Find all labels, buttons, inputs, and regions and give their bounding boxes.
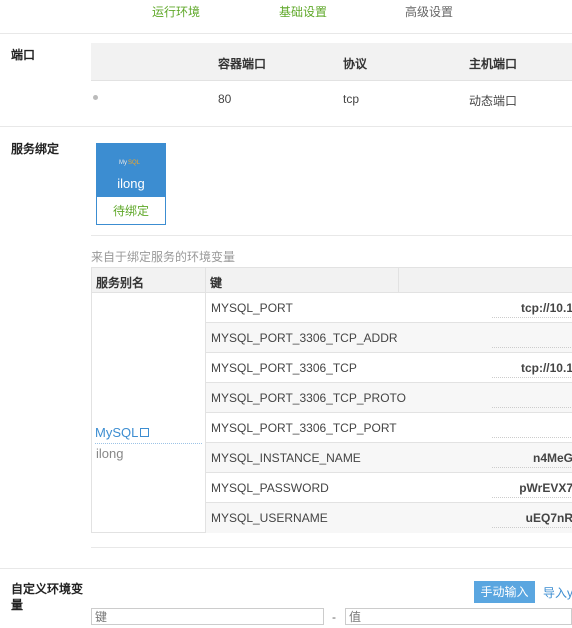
alias-cell: MySQL ilong [92, 293, 206, 533]
key-value-separator: - [332, 610, 336, 624]
alias-name[interactable]: MySQL [95, 425, 138, 440]
env-key: MYSQL_PORT_3306_TCP_PORT [211, 421, 397, 435]
env-row: MYSQL_INSTANCE_NAME n4MeG [206, 443, 572, 473]
env-table: 服务别名 键 MySQL ilong MYSQL_PORT tcp://10.1… [91, 267, 572, 533]
env-value: tcp://10.1 [492, 357, 572, 378]
divider [0, 126, 572, 127]
env-value-input[interactable] [345, 608, 572, 625]
step-basic-settings[interactable]: 基础设置 [279, 3, 327, 20]
env-key: MYSQL_INSTANCE_NAME [211, 451, 361, 465]
edit-icon[interactable] [140, 428, 150, 437]
env-key: MYSQL_PASSWORD [211, 481, 329, 495]
ports-table-header: 容器端口 协议 主机端口 [91, 43, 572, 81]
service-logo-icon: My SQL [119, 160, 141, 166]
service-card-top: My SQL ilong [97, 144, 165, 197]
env-row: MYSQL_PORT_3306_TCP_PORT [206, 413, 572, 443]
env-value: n4MeG [492, 447, 572, 468]
divider [0, 568, 572, 569]
alias-edit-link[interactable]: MySQL [95, 425, 150, 440]
svg-text:SQL: SQL [128, 160, 141, 166]
binding-label: 服务绑定 [11, 142, 60, 156]
alias-service-name: ilong [96, 446, 124, 461]
env-key: MYSQL_PORT_3306_TCP_PROTO [211, 391, 406, 405]
env-row: MYSQL_PORT_3306_TCP_PROTO [206, 383, 572, 413]
env-row: MYSQL_USERNAME uEQ7nR [206, 503, 572, 533]
env-key: MYSQL_PORT_3306_TCP [211, 361, 357, 375]
service-bind-status[interactable]: 待绑定 [97, 197, 165, 225]
env-value [492, 387, 572, 408]
env-value [492, 417, 572, 438]
ports-label: 端口 [11, 48, 36, 62]
row-bullet [93, 95, 98, 100]
env-value: uEQ7nR [492, 507, 572, 528]
service-name: ilong [117, 176, 145, 191]
env-row: MYSQL_PORT_3306_TCP_ADDR [206, 323, 572, 353]
env-key: MYSQL_PORT_3306_TCP_ADDR [211, 331, 398, 345]
env-row: MYSQL_PORT_3306_TCP tcp://10.1 [206, 353, 572, 383]
env-value: pWrEVX7 [492, 477, 572, 498]
protocol-value: tcp [343, 92, 360, 106]
svg-text:My: My [119, 160, 127, 166]
env-row: MYSQL_PORT tcp://10.1 [206, 293, 572, 323]
manual-input-button[interactable]: 手动输入 [474, 581, 535, 603]
custom-env-label: 自定义环境变量 [11, 582, 84, 612]
header-service-alias: 服务别名 [96, 276, 145, 290]
host-port-value: 动态端口 [469, 94, 518, 108]
header-protocol: 协议 [343, 57, 368, 71]
env-key-input[interactable] [91, 608, 324, 625]
env-key: MYSQL_USERNAME [211, 511, 328, 525]
divider [91, 547, 572, 548]
step-advanced-settings[interactable]: 高级设置 [405, 3, 453, 20]
header-key: 键 [210, 276, 223, 290]
env-value: tcp://10.1 [492, 297, 572, 318]
env-value [492, 327, 572, 348]
env-table-header: 服务别名 键 [92, 268, 572, 293]
divider [0, 33, 572, 34]
container-port-value: 80 [218, 92, 232, 106]
header-container-port: 容器端口 [218, 57, 267, 71]
env-row: MYSQL_PASSWORD pWrEVX7 [206, 473, 572, 503]
header-host-port: 主机端口 [469, 57, 518, 71]
service-card[interactable]: My SQL ilong 待绑定 [96, 143, 166, 225]
import-link[interactable]: 导入y [543, 584, 572, 601]
env-key: MYSQL_PORT [211, 301, 293, 315]
step-tabs: 运行环境 基础设置 高级设置 [0, 0, 572, 32]
env-section-title: 来自于绑定服务的环境变量 [91, 250, 236, 264]
step-runtime-env[interactable]: 运行环境 [152, 3, 200, 20]
divider [91, 235, 572, 236]
